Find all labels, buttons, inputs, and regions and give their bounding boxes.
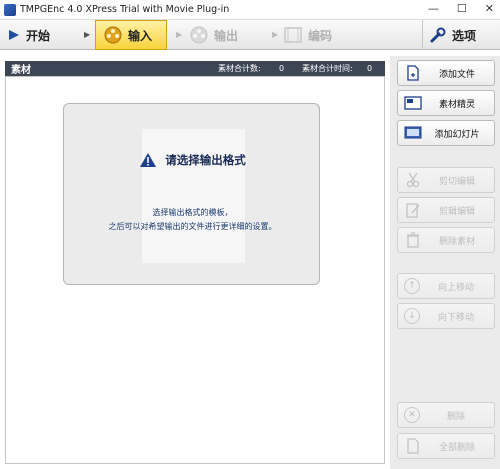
total-time-label: 素材合计时间:: [302, 64, 353, 73]
cut-edit-label: 剪切编辑: [438, 176, 475, 187]
step-arrow-icon: ▶: [272, 30, 279, 39]
delete-clip-button[interactable]: 删除素材: [397, 227, 495, 253]
app-icon: [4, 3, 16, 16]
add-file-label: 添加文件: [438, 69, 475, 80]
step-arrow-icon: ▶: [84, 30, 91, 39]
delete-clip-label: 删除素材: [438, 236, 475, 247]
trash-icon: [404, 232, 422, 248]
arrow-up-icon: ↑: [404, 278, 420, 294]
wizard-icon: [404, 95, 422, 111]
message-title: 请选择输出格式: [165, 153, 246, 167]
move-up-label: 向上移动: [437, 282, 474, 293]
clip-wizard-label: 素材精灵: [438, 99, 475, 110]
move-up-button[interactable]: ↑ 向上移动: [397, 273, 495, 299]
maximize-button[interactable]: ☐: [457, 2, 467, 15]
toolbar-divider: [422, 20, 423, 50]
document-icon: [404, 438, 422, 454]
warning-icon: [140, 153, 157, 167]
options-button[interactable]: 选项: [430, 20, 496, 50]
message-line-2: 之后可以对希望输出的文件进行更详细的设置。: [108, 222, 277, 231]
input-tab[interactable]: 输入: [95, 20, 167, 50]
move-down-button[interactable]: ↓ 向下移动: [397, 303, 495, 329]
input-label: 输入: [128, 28, 153, 43]
cut-edit-button[interactable]: 剪切编辑: [397, 167, 495, 193]
add-slideshow-button[interactable]: 添加幻灯片: [397, 120, 495, 146]
wrench-icon: [430, 27, 446, 43]
delete-all-label: 全部删除: [438, 442, 475, 453]
clip-panel-title: 素材: [11, 65, 31, 76]
clip-edit-label: 剪辑编辑: [438, 206, 475, 217]
move-down-label: 向下移动: [437, 312, 474, 323]
filmstrip-icon: [284, 27, 302, 43]
options-label: 选项: [452, 28, 477, 43]
clip-actions-sidebar: 添加文件 素材精灵 添加幻灯片 剪切编辑 剪辑编辑 删除素材 ↑ 向上移动 ↓ …: [390, 56, 500, 469]
delete-all-button[interactable]: 全部删除: [397, 433, 495, 459]
arrow-down-icon: ↓: [404, 308, 420, 324]
play-icon: [9, 30, 19, 40]
clip-wizard-button[interactable]: 素材精灵: [397, 90, 495, 116]
close-button[interactable]: ✕: [485, 2, 494, 15]
minimize-button[interactable]: —: [428, 2, 439, 15]
edit-icon: [404, 202, 422, 218]
delete-label: 删除: [446, 411, 465, 422]
step-arrow-icon: ▶: [176, 30, 183, 39]
encode-tab[interactable]: 编码: [284, 20, 354, 50]
add-slideshow-label: 添加幻灯片: [434, 129, 480, 140]
close-icon: ✕: [404, 407, 420, 423]
clip-edit-button[interactable]: 剪辑编辑: [397, 197, 495, 223]
main-toolbar: 开始 ▶ 输入 ▶ 输出 ▶ 编码 选项: [0, 19, 500, 50]
output-tab[interactable]: 输出: [190, 20, 260, 50]
message-line-1: 选择输出格式的模板，: [152, 208, 233, 217]
document-watermark: [142, 129, 245, 263]
total-time-value: 0: [367, 64, 373, 73]
encode-label: 编码: [308, 28, 333, 43]
scissors-icon: [404, 172, 422, 188]
clip-panel-header: 素材 素材合计数: 0 素材合计时间: 0: [5, 61, 385, 76]
total-count-label: 素材合计数:: [218, 64, 261, 73]
start-label: 开始: [26, 28, 51, 43]
window-title: TMPGEnc 4.0 XPress Trial with Movie Plug…: [20, 4, 230, 15]
total-count-value: 0: [279, 64, 285, 73]
start-button[interactable]: 开始: [8, 20, 78, 50]
add-file-button[interactable]: 添加文件: [397, 60, 495, 86]
slideshow-icon: [404, 125, 422, 141]
output-label: 输出: [214, 28, 239, 43]
film-reel-icon: [104, 26, 122, 44]
select-output-format-message: 请选择输出格式 选择输出格式的模板， 之后可以对希望输出的文件进行更详细的设置。: [63, 103, 320, 285]
delete-button[interactable]: ✕ 删除: [397, 402, 495, 428]
add-file-icon: [404, 65, 422, 81]
film-reel-icon: [190, 26, 208, 44]
title-bar: TMPGEnc 4.0 XPress Trial with Movie Plug…: [0, 0, 500, 19]
